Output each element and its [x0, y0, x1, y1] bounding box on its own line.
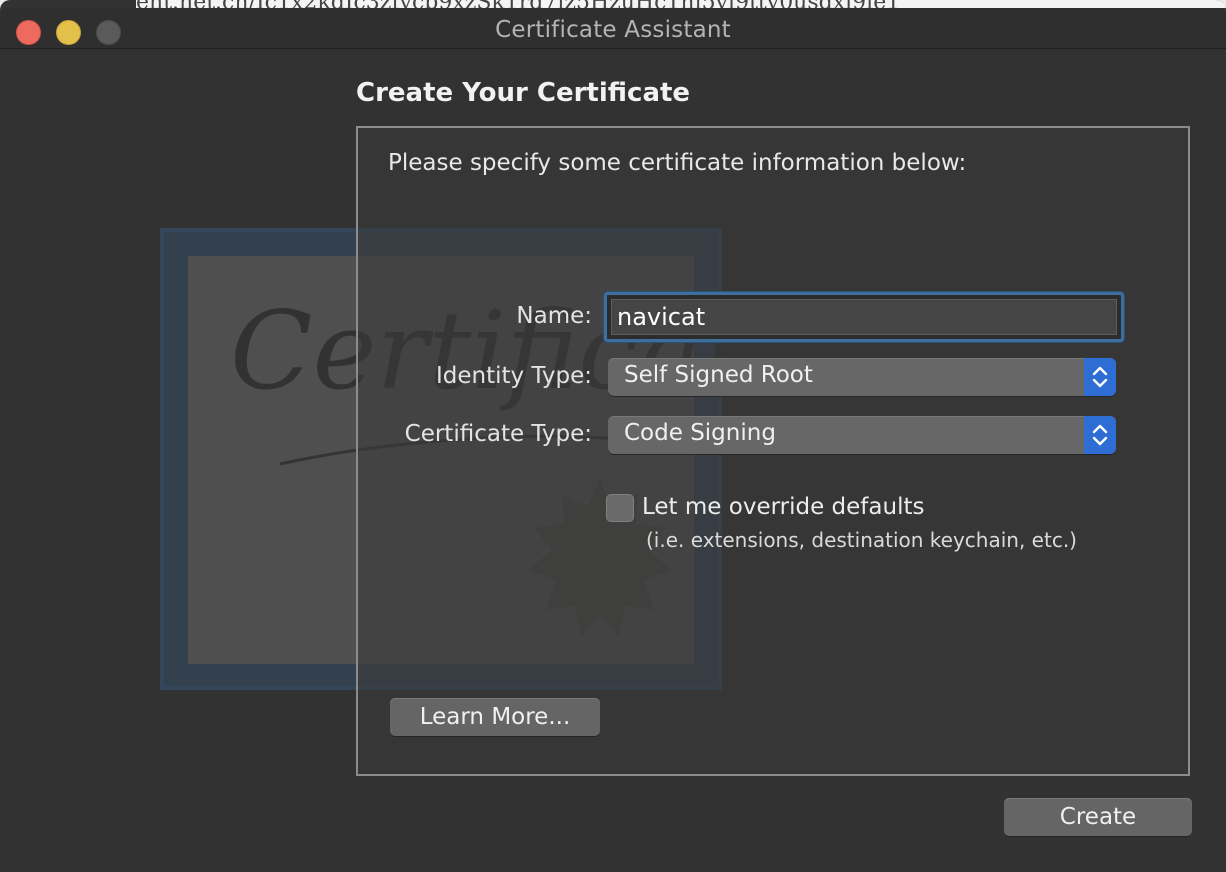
name-field-value: navicat — [617, 303, 706, 331]
page-heading: Create Your Certificate — [356, 78, 691, 108]
name-label: Name: — [516, 303, 592, 329]
certificate-type-value: Code Signing — [624, 420, 776, 446]
certificate-type-label: Certificate Type: — [404, 421, 592, 447]
background-window-text: ent.net.cn/Ic1x2kdIc3zfvcb9xzSk1rd7lz5Hz… — [136, 0, 1226, 8]
background-window-text-content: ent.net.cn/Ic1x2kdIc3zfvcb9xzSk1rd7lz5Hz… — [136, 0, 900, 8]
intro-text: Please specify some certificate informat… — [388, 150, 967, 176]
title-bar[interactable]: Certificate Assistant — [0, 8, 1226, 49]
create-button[interactable]: Create — [1004, 798, 1192, 836]
up-down-arrows-icon — [1084, 358, 1116, 396]
identity-type-label: Identity Type: — [435, 363, 592, 389]
up-down-arrows-icon — [1084, 416, 1116, 454]
override-defaults-hint: (i.e. extensions, destination keychain, … — [646, 528, 1077, 552]
override-defaults-checkbox[interactable] — [606, 494, 634, 522]
learn-more-button[interactable]: Learn More... — [390, 698, 600, 736]
identity-type-value: Self Signed Root — [624, 362, 813, 388]
certificate-assistant-window: ent.net.cn/Ic1x2kdIc3zfvcb9xzSk1rd7lz5Hz… — [0, 0, 1226, 872]
override-defaults-label[interactable]: Let me override defaults — [642, 494, 924, 520]
certificate-type-popup[interactable]: Code Signing — [608, 416, 1116, 454]
identity-type-popup[interactable]: Self Signed Root — [608, 358, 1116, 396]
window-title: Certificate Assistant — [495, 17, 731, 43]
name-field[interactable]: navicat — [604, 292, 1124, 342]
